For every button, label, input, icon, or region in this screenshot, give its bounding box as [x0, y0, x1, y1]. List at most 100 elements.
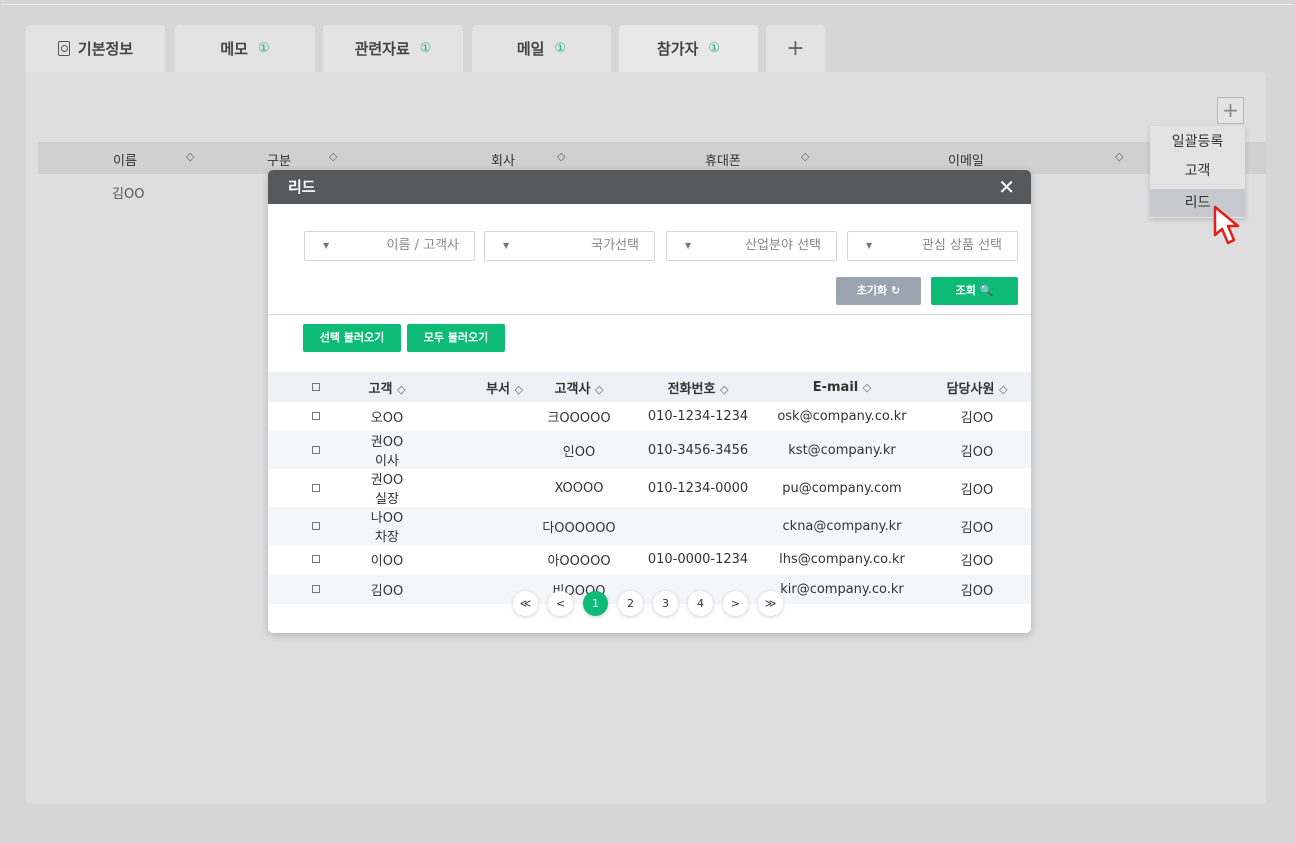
- add-tab-button[interactable]: +: [766, 25, 825, 72]
- tab-label: 관련자료: [354, 40, 410, 58]
- customer-cell: 오OO: [370, 411, 404, 427]
- name-company-select[interactable]: ▼ 이름 / 고객사: [304, 231, 475, 261]
- column-header-customer[interactable]: 고객 ◇: [363, 372, 411, 402]
- page-button[interactable]: 2: [618, 591, 643, 616]
- add-participant-button[interactable]: +: [1217, 97, 1244, 124]
- sort-icon[interactable]: ◇: [329, 150, 337, 163]
- row-checkbox[interactable]: [268, 545, 363, 574]
- caret-down-icon: ▼: [866, 241, 873, 250]
- lead-modal: 리드 ✕ ▼ 이름 / 고객사 ▼ 국가선택 ▼ 산업분야 선택 ▼ 관심 상품…: [268, 170, 1031, 633]
- row-checkbox[interactable]: [268, 507, 363, 546]
- row-checkbox[interactable]: [268, 431, 363, 470]
- company-cell: 다OOOOOO: [523, 507, 635, 546]
- country-select[interactable]: ▼ 국가선택: [484, 231, 655, 261]
- column-header-email[interactable]: 이메일: [948, 150, 984, 169]
- page-button[interactable]: 1: [583, 591, 608, 616]
- table-row[interactable]: 권OO 실장 XOOOO 010-1234-0000 pu@company.com 김O…: [268, 469, 1031, 507]
- page-button[interactable]: 3: [653, 591, 678, 616]
- column-header-phone[interactable]: 전화번호 ◇: [635, 372, 761, 402]
- row-checkbox[interactable]: [268, 469, 363, 507]
- tab-related-files[interactable]: 관련자료 ①: [323, 25, 463, 72]
- customer-cell: 이OO: [370, 554, 404, 570]
- page-button[interactable]: ≪: [513, 591, 538, 616]
- department-cell: [411, 469, 523, 507]
- company-cell: 아OOOOO: [547, 554, 611, 570]
- industry-select[interactable]: ▼ 산업분야 선택: [666, 231, 837, 261]
- department-cell: [411, 507, 523, 546]
- column-header-mobile[interactable]: 휴대폰: [705, 150, 741, 169]
- sort-icon: ◇: [514, 382, 523, 396]
- tab-label: 참가자: [656, 40, 699, 58]
- sort-icon: ◇: [862, 380, 872, 394]
- sort-icon[interactable]: ◇: [557, 150, 565, 163]
- menu-item-customer[interactable]: 고객: [1150, 157, 1245, 185]
- email-cell: lhs@company.co.kr: [779, 552, 905, 568]
- pagination: ≪ <1 2 3 4 > ≫: [513, 591, 783, 616]
- row-checkbox[interactable]: [268, 402, 363, 431]
- department-cell: [411, 545, 523, 574]
- customer-cell: 권OO 실장: [370, 473, 404, 508]
- select-placeholder: 국가선택: [591, 238, 639, 253]
- product-interest-select[interactable]: ▼ 관심 상품 선택: [847, 231, 1018, 261]
- column-header-company[interactable]: 고객사 ◇: [523, 372, 635, 402]
- tab-participants[interactable]: 참가자 ①: [619, 25, 758, 72]
- select-placeholder: 이름 / 고객사: [386, 238, 459, 253]
- tab-memo[interactable]: 메모 ①: [175, 25, 315, 72]
- column-header-name[interactable]: 이름: [113, 150, 137, 169]
- tab-count-badge: ①: [554, 41, 567, 56]
- sort-icon: ◇: [396, 382, 406, 396]
- email-cell: kst@company.kr: [761, 431, 923, 470]
- tab-label: 메일: [516, 40, 545, 58]
- column-header-email[interactable]: E-mail ◇: [761, 372, 923, 402]
- page-button[interactable]: >: [723, 591, 748, 616]
- email-cell: pu@company.com: [782, 480, 902, 496]
- sort-icon[interactable]: ◇: [801, 150, 809, 163]
- divider: [268, 314, 1031, 315]
- sort-icon[interactable]: ◇: [1115, 150, 1123, 163]
- tab-count-badge: ①: [257, 41, 270, 56]
- modal-header: 리드 ✕: [268, 170, 1031, 204]
- phone-cell: 010-0000-1234: [647, 552, 749, 568]
- mouse-pointer-icon: [1213, 205, 1240, 245]
- customer-cell: 권OO 이사: [363, 431, 411, 470]
- column-header-department[interactable]: 부서 ◇: [411, 372, 523, 402]
- column-header-type[interactable]: 구분: [267, 150, 291, 169]
- select-placeholder: 산업분야 선택: [745, 238, 821, 253]
- sort-icon[interactable]: ◇: [186, 150, 194, 163]
- load-selected-button[interactable]: 선택 불러오기: [303, 324, 401, 352]
- search-button[interactable]: 조회 🔍: [931, 277, 1018, 305]
- load-all-button[interactable]: 모두 불러오기: [407, 324, 505, 352]
- tab-count-badge: ①: [708, 41, 721, 56]
- tab-basic-info[interactable]: 기본정보: [26, 25, 165, 72]
- page-button[interactable]: 4: [688, 591, 713, 616]
- sort-icon: ◇: [594, 382, 604, 396]
- table-row[interactable]: 나OO 차장 다OOOOOO ckna@company.kr 김OO: [268, 507, 1031, 546]
- caret-down-icon: ▼: [503, 241, 510, 250]
- customer-cell: 김OO: [363, 574, 411, 604]
- table-row[interactable]: 권OO 이사 인OO 010-3456-3456 kst@company.kr 김OO: [268, 431, 1031, 470]
- phone-cell: 010-1234-1234: [647, 409, 749, 425]
- page-button[interactable]: <: [548, 591, 573, 616]
- sort-icon: ◇: [998, 382, 1008, 396]
- customer-cell: 나OO 차장: [363, 507, 411, 546]
- owner-cell: 김OO: [960, 411, 994, 427]
- column-header-owner[interactable]: 담당사원 ◇: [923, 372, 1031, 402]
- reset-button[interactable]: 초기화 ↻: [836, 277, 921, 305]
- table-row[interactable]: 이OO 아OOOOO 010-0000-1234 lhs@company.co.kr 김…: [268, 545, 1031, 574]
- tab-mail[interactable]: 메일 ①: [472, 25, 611, 72]
- table-header-row: 고객 ◇ 부서 ◇ 고객사 ◇ 전화번호 ◇ E-mail ◇ 담당사원 ◇: [268, 372, 1031, 402]
- owner-cell: 김OO: [960, 482, 994, 498]
- close-icon[interactable]: ✕: [998, 170, 1015, 204]
- page-button[interactable]: ≫: [758, 591, 783, 616]
- menu-item-bulk-register[interactable]: 일괄등록: [1150, 128, 1245, 156]
- column-header-company[interactable]: 회사: [491, 150, 515, 169]
- sort-icon: ◇: [719, 382, 729, 396]
- tab-count-badge: ①: [419, 41, 432, 56]
- tab-label: 메모: [220, 40, 248, 58]
- owner-cell: 김OO: [923, 507, 1031, 546]
- company-cell: XOOOO: [554, 480, 604, 496]
- table-row[interactable]: 오OO 크OOOOO 010-1234-1234 osk@company.co.kr 김…: [268, 402, 1031, 431]
- row-checkbox[interactable]: [268, 574, 363, 604]
- select-all-checkbox[interactable]: [268, 372, 363, 402]
- caret-down-icon: ▼: [685, 241, 692, 250]
